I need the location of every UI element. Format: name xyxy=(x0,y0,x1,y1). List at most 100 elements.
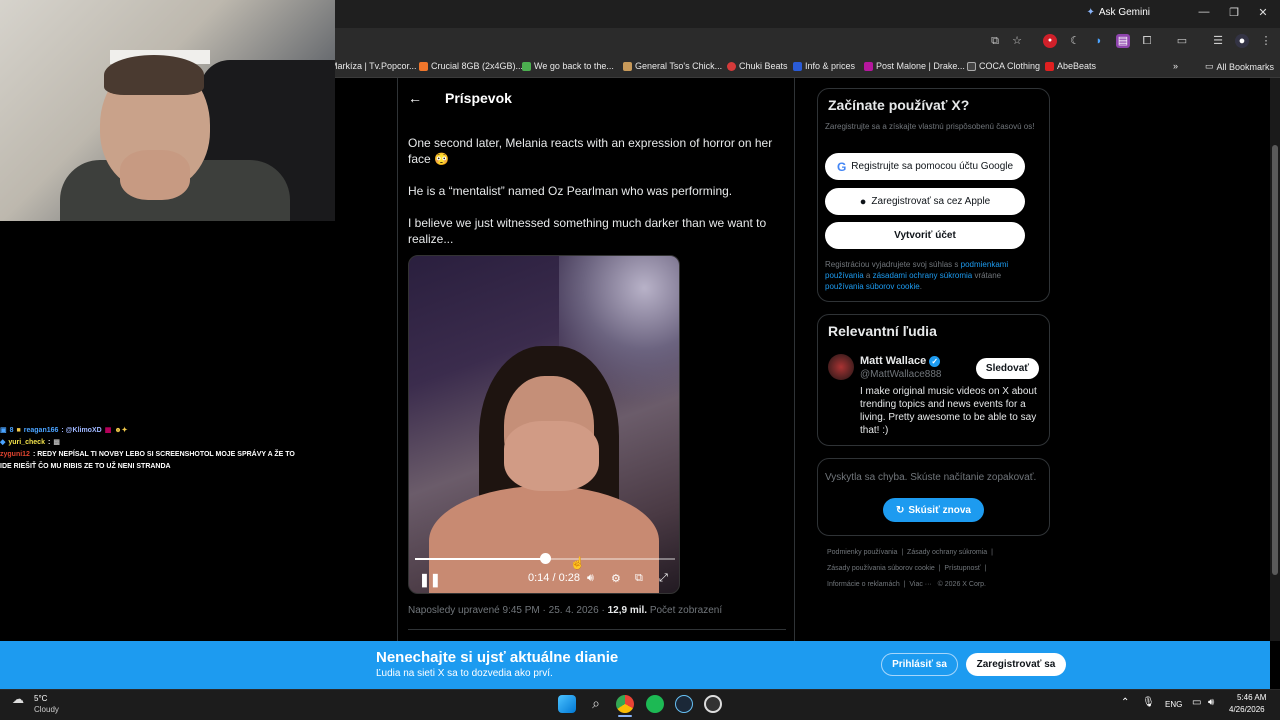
back-arrow-icon[interactable]: ← xyxy=(408,90,422,106)
mouse-cursor-icon: ☝ xyxy=(570,556,585,570)
pause-icon[interactable]: ❚❚ xyxy=(419,572,441,588)
bookmark-item[interactable]: Crucial 8GB (2x4GB)... xyxy=(419,61,523,71)
footer-links-row: Zásady používania súborov cookie | Príst… xyxy=(827,565,987,572)
extension-icon[interactable]: ● xyxy=(1043,34,1057,48)
bookmark-favicon xyxy=(623,61,632,71)
clock-time[interactable]: 5:46 AM xyxy=(1237,693,1266,702)
weather-cloud-icon[interactable]: ☁ xyxy=(12,692,30,706)
weather-temp[interactable]: 5°C xyxy=(34,694,47,703)
scrollbar-thumb[interactable] xyxy=(1272,145,1278,575)
steam-icon[interactable] xyxy=(675,695,693,713)
gemini-icon: ✦ xyxy=(1086,7,1095,18)
register-button[interactable]: Zaregistrovať sa xyxy=(966,653,1066,676)
video-player[interactable]: ❚❚ 0:14 / 0:28 🔊︎ ⚙ ⧉ ⤢ xyxy=(408,255,680,594)
video-progress-fill xyxy=(415,558,545,560)
footer-link[interactable]: Viac ··· xyxy=(909,581,931,588)
footer-link[interactable]: Podmienky používania xyxy=(827,549,897,556)
post-paragraph: I believe we just witnessed something mu… xyxy=(408,216,767,246)
relevant-people-title: Relevantní ľudia xyxy=(828,323,937,339)
volume-icon[interactable]: 🔊︎ xyxy=(587,572,594,585)
google-signup-button[interactable]: G Registrujte sa pomocou účtu Google xyxy=(825,153,1025,180)
windows-taskbar xyxy=(0,689,1280,720)
restore-icon[interactable]: ❐ xyxy=(1223,6,1245,19)
bookmark-item[interactable]: General Tso's Chick... xyxy=(623,61,722,71)
tray-overflow-icon[interactable]: ⌃ xyxy=(1121,697,1129,708)
emote-icon: ☻✦ xyxy=(114,427,128,434)
divider xyxy=(408,629,786,630)
extensions-puzzle-icon[interactable]: ⧠ xyxy=(1140,34,1154,48)
chat-username: yuri_check xyxy=(8,439,45,446)
bookmarks-overflow-icon[interactable]: » xyxy=(1173,61,1178,71)
weather-desc[interactable]: Cloudy xyxy=(34,705,59,714)
footer-link[interactable]: Informácie o reklamách xyxy=(827,581,900,588)
windows-start-icon[interactable] xyxy=(558,695,576,713)
obs-icon[interactable] xyxy=(704,695,722,713)
active-app-indicator xyxy=(618,715,632,717)
bookmark-item[interactable]: Markíza | Tv.Popcor... xyxy=(330,61,417,71)
minimize-icon[interactable]: — xyxy=(1193,6,1215,18)
language-indicator[interactable]: ENG xyxy=(1165,700,1182,709)
chat-message: zyguni12 : REDY NEPÍSAL TI NOVBY LEBO SI… xyxy=(0,449,330,461)
footer-link[interactable]: Zásady používania súborov cookie xyxy=(827,565,935,572)
side-panel-icon[interactable]: ▭ xyxy=(1175,34,1189,48)
bookmark-item[interactable]: We go back to the... xyxy=(522,61,614,71)
network-icon[interactable]: ▭ xyxy=(1192,697,1201,708)
retry-button[interactable]: ↻ Skúsiť znova xyxy=(883,498,984,522)
search-icon[interactable]: ⌕ xyxy=(587,695,605,713)
bookmark-item[interactable]: COCA Clothing xyxy=(967,61,1040,71)
person-name[interactable]: Matt Wallace ✓ xyxy=(860,355,941,367)
cookie-link[interactable]: používania súborov cookie xyxy=(825,282,920,291)
avatar[interactable] xyxy=(828,354,854,380)
twitch-extension-icon[interactable]: ▤ xyxy=(1116,34,1130,48)
refresh-icon: ↻ xyxy=(896,504,905,516)
video-time: 0:14 / 0:28 xyxy=(528,572,580,584)
chrome-icon[interactable] xyxy=(616,695,634,713)
menu-kebab-icon[interactable]: ⋮ xyxy=(1259,34,1273,48)
stream-chat-overlay: ▣ 8 ■ reagan166 : @KlimoXD ▦ ☻✦ ◆ yuri_c… xyxy=(0,425,330,473)
page-title: Príspevok xyxy=(445,90,512,106)
bookmark-item[interactable]: Post Malone | Drake... xyxy=(864,61,965,71)
video-progress-handle[interactable] xyxy=(540,553,551,564)
login-button[interactable]: Prihlásiť sa xyxy=(881,653,958,676)
reading-list-icon[interactable]: ☰ xyxy=(1211,34,1225,48)
footer-links-row: Podmienky používania | Zásady ochrany sú… xyxy=(827,549,993,556)
footer-link[interactable]: Zásady ochrany súkromia xyxy=(907,549,987,556)
bookmark-favicon xyxy=(1045,61,1054,71)
create-account-button[interactable]: Vytvoriť účet xyxy=(825,222,1025,249)
bookmark-item[interactable]: Info & prices xyxy=(793,61,855,71)
profile-avatar-icon[interactable]: ● xyxy=(1235,34,1249,48)
apple-signup-button[interactable]: ● Zaregistrovať sa cez Apple xyxy=(825,188,1025,215)
volume-icon[interactable]: 🔊︎ xyxy=(1208,697,1214,708)
privacy-link[interactable]: zásadami ochrany súkromia xyxy=(873,271,973,280)
bookmark-favicon xyxy=(967,61,976,71)
bookmark-favicon xyxy=(793,61,802,71)
banner-subtitle: Ľudia na sieti X sa to dozvedia ako prví… xyxy=(376,668,553,679)
ask-gemini-label: Ask Gemini xyxy=(1098,7,1150,18)
install-app-icon[interactable]: ⧉ xyxy=(988,34,1002,48)
microphone-icon[interactable]: 🎙︎ xyxy=(1142,697,1155,708)
spotify-icon[interactable] xyxy=(646,695,664,713)
chat-message: ◆ yuri_check : ▩ xyxy=(0,437,330,449)
copyright: © 2026 X Corp. xyxy=(937,581,987,588)
picture-in-picture-icon[interactable]: ⧉ xyxy=(635,572,643,585)
chat-text: : xyxy=(47,439,51,446)
settings-gear-icon[interactable]: ⚙ xyxy=(611,572,621,585)
footer-link[interactable]: Prístupnosť xyxy=(944,565,980,572)
ask-gemini-button[interactable]: ✦ Ask Gemini xyxy=(1086,7,1150,18)
follow-button[interactable]: Sledovať xyxy=(976,358,1039,379)
post-meta: Naposledy upravené 9:45 PM · 25. 4. 2026… xyxy=(408,605,723,616)
fullscreen-icon[interactable]: ⤢ xyxy=(659,572,668,585)
close-icon[interactable]: ✕ xyxy=(1252,6,1274,19)
extension-icon[interactable]: ☾ xyxy=(1068,34,1082,48)
person-handle: @MattWallace888 xyxy=(860,369,942,380)
extension-icon[interactable]: ◗ xyxy=(1092,34,1106,48)
video-progress-bar[interactable] xyxy=(415,553,675,564)
bookmark-item[interactable]: AbeBeats xyxy=(1045,61,1096,71)
bookmark-item[interactable]: Chuki Beats xyxy=(727,61,788,71)
chat-text: : REDY NEPÍSAL TI NOVBY LEBO SI SCREENSH… xyxy=(32,451,295,458)
all-bookmarks-button[interactable]: ▭ All Bookmarks xyxy=(1205,61,1274,72)
chat-message: IDE RIEŠIŤ ČO MU RIBIS ZE TO UŽ NENI STR… xyxy=(0,461,330,473)
bookmark-star-icon[interactable]: ☆ xyxy=(1010,34,1024,48)
bookmark-favicon xyxy=(419,61,428,71)
clock-date[interactable]: 4/26/2026 xyxy=(1229,705,1265,714)
